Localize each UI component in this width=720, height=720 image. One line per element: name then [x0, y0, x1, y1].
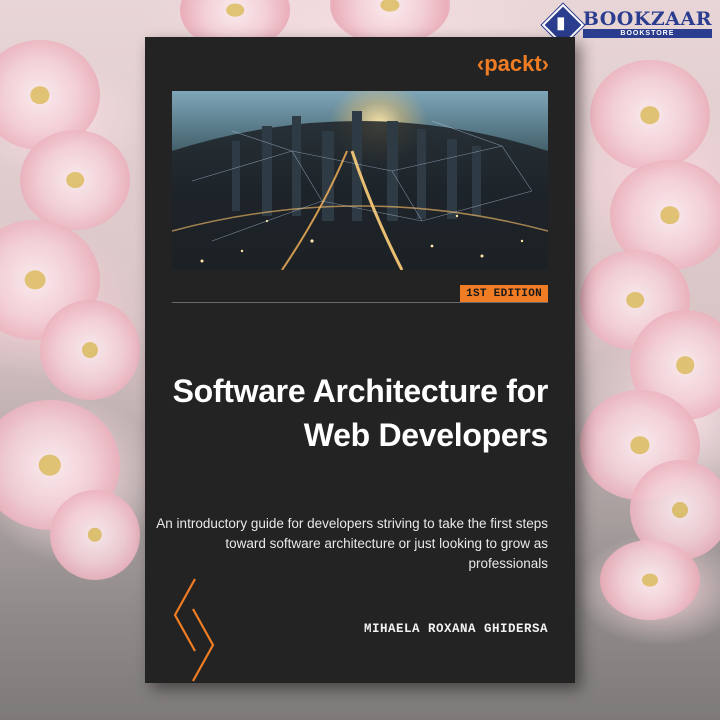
publisher-logo: ‹packt›: [476, 51, 549, 76]
title-line-1: Software Architecture for: [172, 373, 549, 409]
subtitle-line-1: An introductory guide for developers str…: [156, 516, 548, 531]
blossom: [40, 300, 140, 400]
store-tagline: BOOKSTORE: [582, 28, 712, 38]
book-diamond-icon: ▮: [541, 3, 585, 47]
cover-photo-city: [172, 91, 548, 270]
store-logo: ▮ BOOKZAAR BOOKSTORE: [541, 3, 712, 47]
book-cover: ‹packt› 1ST EDITION Software Architectur…: [145, 37, 575, 683]
chevron-brackets-icon: [173, 578, 215, 682]
edition-badge: 1ST EDITION: [460, 285, 548, 303]
subtitle-line-2: toward software architecture or just loo…: [225, 536, 548, 571]
author-name: MIHAELA ROXANA GHIDERSA: [363, 622, 548, 636]
book-title: Software Architecture for Web Developers: [148, 369, 549, 457]
blossom: [590, 60, 710, 170]
title-line-2: Web Developers: [303, 417, 549, 453]
book-subtitle: An introductory guide for developers str…: [148, 514, 548, 574]
blossom: [20, 130, 130, 230]
store-name: BOOKZAAR: [582, 7, 712, 30]
divider-rule: [172, 302, 548, 303]
blossom: [600, 540, 700, 620]
blossom: [50, 490, 140, 580]
